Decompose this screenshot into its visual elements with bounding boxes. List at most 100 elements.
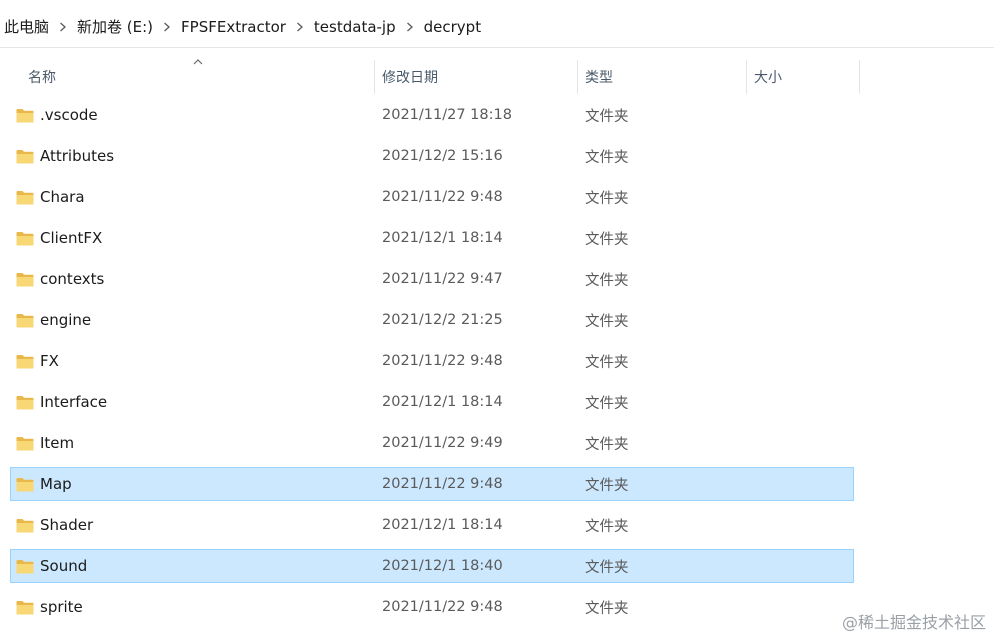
modified-date: 2021/12/1 18:14 — [382, 517, 503, 533]
modified-date: 2021/11/22 9:47 — [382, 271, 503, 287]
list-item[interactable]: Item 2021/11/22 9:49 文件夹 — [0, 426, 994, 460]
file-name-cell: sprite — [16, 590, 83, 624]
file-name-cell: engine — [16, 303, 91, 337]
folder-icon — [16, 395, 34, 409]
folder-icon — [16, 354, 34, 368]
modified-date: 2021/11/22 9:48 — [382, 189, 503, 205]
modified-date: 2021/12/2 21:25 — [382, 312, 503, 328]
file-type: 文件夹 — [585, 600, 629, 617]
list-item[interactable]: contexts 2021/11/22 9:47 文件夹 — [0, 262, 994, 296]
modified-date: 2021/11/27 18:18 — [382, 107, 512, 123]
list-item[interactable]: Map 2021/11/22 9:48 文件夹 — [0, 467, 994, 501]
folder-icon — [16, 231, 34, 245]
folder-icon — [16, 559, 34, 573]
chevron-right-icon[interactable] — [53, 22, 73, 32]
list-item[interactable]: Sound 2021/12/1 18:40 文件夹 — [0, 549, 994, 583]
folder-icon — [16, 313, 34, 327]
file-name: Chara — [40, 188, 85, 206]
breadcrumb-item-drive[interactable]: 新加卷 (E:) — [73, 16, 157, 37]
file-name-cell: Attributes — [16, 139, 114, 173]
file-name-cell: Item — [16, 426, 74, 460]
file-name-cell: contexts — [16, 262, 104, 296]
file-type: 文件夹 — [585, 477, 629, 494]
file-name: Shader — [40, 516, 94, 534]
column-divider[interactable] — [374, 60, 375, 94]
file-type: 文件夹 — [585, 149, 629, 166]
file-name: Sound — [40, 557, 88, 575]
list-item[interactable]: Attributes 2021/12/2 15:16 文件夹 — [0, 139, 994, 173]
column-divider[interactable] — [859, 60, 860, 94]
file-name-cell: Shader — [16, 508, 93, 542]
column-name[interactable]: 名称 — [28, 60, 374, 94]
modified-date: 2021/12/2 15:16 — [382, 148, 503, 164]
file-name-cell: FX — [16, 344, 59, 378]
folder-icon — [16, 190, 34, 204]
chevron-right-icon[interactable] — [157, 22, 177, 32]
column-modified-label: 修改日期 — [382, 70, 438, 86]
file-name: FX — [40, 352, 59, 370]
folder-icon — [16, 436, 34, 450]
list-item[interactable]: ClientFX 2021/12/1 18:14 文件夹 — [0, 221, 994, 255]
breadcrumb-item-decrypt[interactable]: decrypt — [420, 18, 485, 36]
file-type: 文件夹 — [585, 190, 629, 207]
column-divider[interactable] — [746, 60, 747, 94]
chevron-right-icon[interactable] — [400, 22, 420, 32]
modified-date: 2021/12/1 18:14 — [382, 230, 503, 246]
column-size[interactable]: 大小 — [754, 60, 859, 94]
modified-date: 2021/12/1 18:40 — [382, 558, 503, 574]
breadcrumb: 此电脑 新加卷 (E:) FPSFExtractor testdata-jp d… — [0, 6, 994, 48]
file-name: Item — [40, 434, 75, 452]
folder-icon — [16, 600, 34, 614]
file-list: .vscode 2021/11/27 18:18 文件夹 Attributes … — [0, 98, 994, 631]
folder-icon — [16, 108, 34, 122]
file-type: 文件夹 — [585, 108, 629, 125]
modified-date: 2021/11/22 9:48 — [382, 353, 503, 369]
folder-icon — [16, 477, 34, 491]
file-explorer-window: 此电脑 新加卷 (E:) FPSFExtractor testdata-jp d… — [0, 0, 994, 639]
file-type: 文件夹 — [585, 231, 629, 248]
list-item[interactable]: Chara 2021/11/22 9:48 文件夹 — [0, 180, 994, 214]
file-name: Map — [40, 475, 72, 493]
file-type: 文件夹 — [585, 272, 629, 289]
file-name: Attributes — [40, 147, 115, 165]
folder-icon — [16, 149, 34, 163]
column-type[interactable]: 类型 — [585, 60, 746, 94]
file-name: engine — [40, 311, 92, 329]
column-modified[interactable]: 修改日期 — [382, 60, 577, 94]
column-name-label: 名称 — [28, 70, 56, 86]
file-name: ClientFX — [40, 229, 103, 247]
column-divider[interactable] — [577, 60, 578, 94]
file-name-cell: .vscode — [16, 98, 98, 132]
folder-icon — [16, 272, 34, 286]
file-name-cell: Sound — [16, 549, 87, 583]
file-name: sprite — [40, 598, 83, 616]
list-item[interactable]: FX 2021/11/22 9:48 文件夹 — [0, 344, 994, 378]
column-header: 名称 修改日期 类型 大小 — [0, 59, 994, 94]
modified-date: 2021/11/22 9:48 — [382, 599, 503, 615]
file-type: 文件夹 — [585, 395, 629, 412]
list-item[interactable]: .vscode 2021/11/27 18:18 文件夹 — [0, 98, 994, 132]
file-type: 文件夹 — [585, 354, 629, 371]
column-size-label: 大小 — [754, 70, 782, 86]
file-type: 文件夹 — [585, 313, 629, 330]
file-name-cell: Map — [16, 467, 72, 501]
list-item[interactable]: Shader 2021/12/1 18:14 文件夹 — [0, 508, 994, 542]
chevron-right-icon[interactable] — [290, 22, 310, 32]
modified-date: 2021/11/22 9:49 — [382, 435, 503, 451]
file-type: 文件夹 — [585, 436, 629, 453]
folder-icon — [16, 518, 34, 532]
breadcrumb-item-testdata-jp[interactable]: testdata-jp — [310, 18, 400, 36]
column-type-label: 类型 — [585, 70, 613, 86]
list-item[interactable]: engine 2021/12/2 21:25 文件夹 — [0, 303, 994, 337]
file-name-cell: Interface — [16, 385, 107, 419]
file-name: .vscode — [40, 106, 98, 124]
breadcrumb-item-this-pc[interactable]: 此电脑 — [0, 16, 53, 37]
breadcrumb-item-fpsfextractor[interactable]: FPSFExtractor — [177, 18, 290, 36]
watermark: @稀土掘金技术社区 — [841, 613, 986, 632]
file-type: 文件夹 — [585, 559, 629, 576]
file-name: contexts — [40, 270, 105, 288]
file-name: Interface — [40, 393, 108, 411]
file-name-cell: ClientFX — [16, 221, 102, 255]
file-type: 文件夹 — [585, 518, 629, 535]
list-item[interactable]: Interface 2021/12/1 18:14 文件夹 — [0, 385, 994, 419]
